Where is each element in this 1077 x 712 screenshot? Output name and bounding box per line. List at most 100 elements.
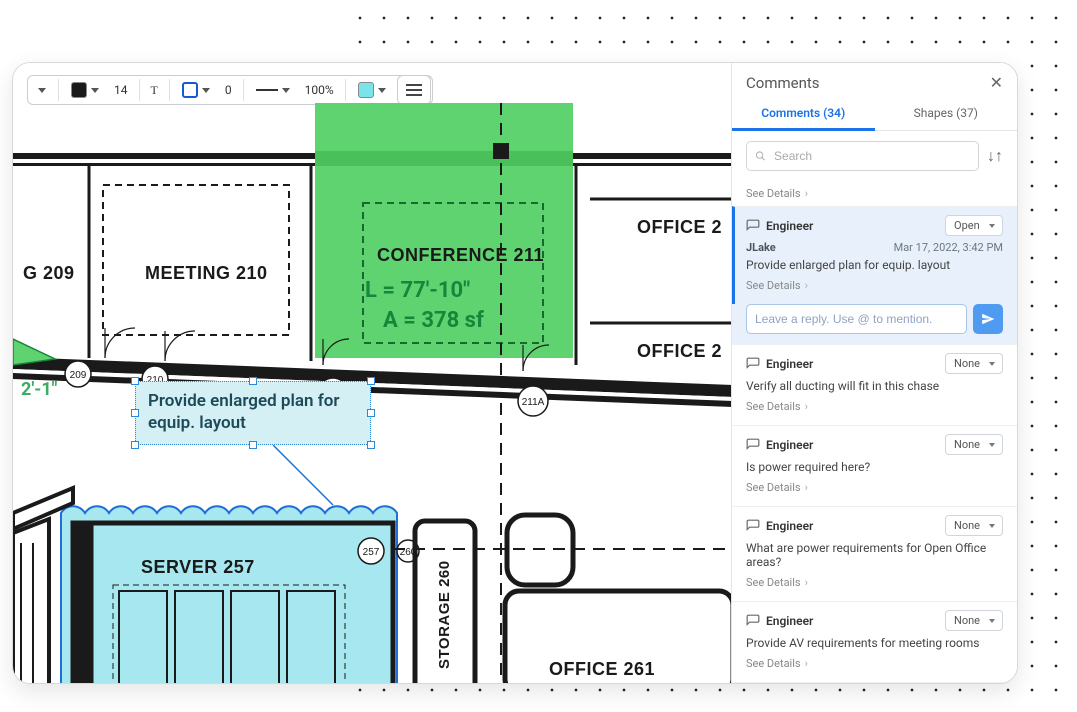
text-color-dropdown[interactable] (67, 80, 103, 100)
search-input[interactable] (772, 148, 970, 164)
see-details-top[interactable]: See Details (732, 181, 1017, 206)
thread-body: What are power requirements for Open Off… (746, 541, 1003, 569)
thread-body: Is power required here? (746, 460, 1003, 474)
tab-shapes[interactable]: Shapes (37) (875, 98, 1018, 130)
toolbar-separator (58, 79, 59, 101)
resize-handle[interactable] (131, 441, 139, 449)
search-icon (755, 150, 766, 162)
toolbar-separator (139, 79, 140, 101)
comment-thread[interactable]: Engineer None Provide AV requirements for … (732, 601, 1017, 682)
svg-text:211A: 211A (522, 397, 545, 408)
toolbar-separator (169, 79, 170, 101)
comment-thread[interactable]: Engineer Open JLake Mar 17, 2022, 3:42 PM Pr… (732, 206, 1017, 304)
font-size-value[interactable]: 14 (111, 83, 131, 97)
app-window: 14 T 0 100% 40% (12, 62, 1018, 684)
comment-icon (746, 519, 760, 533)
thread-role-label: Engineer (766, 519, 813, 533)
thread-role-label: Engineer (766, 614, 813, 628)
see-details-link[interactable]: See Details (746, 574, 1003, 591)
reply-input[interactable] (746, 304, 967, 334)
svg-text:OFFICE 261: OFFICE 261 (549, 659, 655, 679)
svg-text:209: 209 (70, 370, 87, 381)
see-details-link[interactable]: See Details (746, 655, 1003, 672)
send-icon (981, 312, 995, 326)
send-reply-button[interactable] (973, 304, 1003, 334)
close-panel-button[interactable]: ✕ (990, 73, 1003, 92)
svg-text:2'-1": 2'-1" (21, 379, 58, 400)
status-dropdown[interactable]: Open (945, 215, 1003, 236)
comment-thread[interactable]: Engineer None Is power required here? See D… (732, 425, 1017, 506)
floor-plan[interactable]: 209 210 211B 211A G 209 (13, 103, 733, 684)
see-details-link[interactable]: See Details (746, 277, 1003, 294)
thread-role: Engineer (746, 519, 813, 533)
thread-author: JLake (746, 241, 776, 254)
thread-role-label: Engineer (766, 219, 813, 233)
stroke-width-value[interactable]: 0 (222, 83, 235, 97)
thread-body: Provide enlarged plan for equip. layout (746, 258, 1003, 272)
callout-text: Provide enlarged plan for equip. layout (148, 391, 340, 433)
thread-body: Provide AV requirements for meeting room… (746, 636, 1003, 650)
svg-text:STORAGE 260: STORAGE 260 (436, 560, 453, 669)
thread-role: Engineer (746, 438, 813, 452)
thread-role: Engineer (746, 614, 813, 628)
see-details-link[interactable]: See Details (746, 479, 1003, 496)
resize-handle[interactable] (131, 377, 139, 385)
svg-text:OFFICE 2: OFFICE 2 (637, 217, 722, 237)
svg-text:L = 77'-10": L = 77'-10" (365, 278, 470, 303)
comments-panel: Comments ✕ Comments (34) Shapes (37) ↓↑ … (731, 63, 1017, 684)
thread-role-label: Engineer (766, 357, 813, 371)
fill-swatch (358, 82, 374, 98)
line-style-dropdown[interactable] (252, 86, 294, 95)
resize-handle[interactable] (249, 377, 257, 385)
status-dropdown[interactable]: None (945, 610, 1003, 631)
thread-body: Verify all ducting will fit in this chas… (746, 379, 1003, 393)
see-details-link[interactable]: See Details (746, 398, 1003, 415)
search-box[interactable] (746, 141, 979, 171)
comment-icon (746, 219, 760, 233)
resize-handle[interactable] (131, 409, 139, 417)
comment-thread[interactable]: Engineer None What are power requirements … (732, 506, 1017, 601)
comment-icon (746, 614, 760, 628)
thread-role: Engineer (746, 357, 813, 371)
status-dropdown[interactable]: None (945, 353, 1003, 374)
comment-thread[interactable]: EngineerNoneRFI #14See Details (732, 682, 1017, 684)
svg-text:A = 378 sf: A = 378 sf (383, 308, 484, 333)
line-style-icon (256, 89, 278, 91)
font-dropdown[interactable] (34, 86, 50, 95)
scale-value[interactable]: 100% (302, 83, 337, 97)
thread-timestamp: Mar 17, 2022, 3:42 PM (894, 241, 1003, 254)
thread-list: Engineer Open JLake Mar 17, 2022, 3:42 PM Pr… (732, 206, 1017, 684)
stroke-swatch (182, 82, 198, 98)
sort-button[interactable]: ↓↑ (987, 146, 1003, 166)
comment-icon (746, 357, 760, 371)
status-dropdown[interactable]: None (945, 434, 1003, 455)
toolbar-separator (243, 79, 244, 101)
panel-tabs: Comments (34) Shapes (37) (732, 98, 1017, 131)
drawing-canvas[interactable]: 14 T 0 100% 40% (13, 63, 733, 684)
canvas-menu-button[interactable] (397, 75, 431, 105)
comment-icon (746, 438, 760, 452)
tab-comments[interactable]: Comments (34) (732, 98, 875, 131)
panel-title: Comments (746, 74, 820, 92)
resize-handle[interactable] (367, 377, 375, 385)
resize-handle[interactable] (367, 441, 375, 449)
svg-text:SERVER 257: SERVER 257 (141, 557, 255, 577)
resize-handle[interactable] (249, 441, 257, 449)
thread-role-label: Engineer (766, 438, 813, 452)
svg-text:257: 257 (363, 547, 380, 558)
annotation-callout[interactable]: Provide enlarged plan for equip. layout (135, 381, 371, 445)
status-dropdown[interactable]: None (945, 515, 1003, 536)
comment-thread[interactable]: Engineer None Verify all ducting will fit … (732, 344, 1017, 425)
svg-text:G 209: G 209 (23, 263, 75, 283)
svg-text:MEETING 210: MEETING 210 (145, 263, 268, 283)
stroke-color-dropdown[interactable] (178, 80, 214, 100)
toolbar-separator (345, 79, 346, 101)
svg-text:CONFERENCE 211: CONFERENCE 211 (377, 245, 544, 265)
svg-text:OFFICE 2: OFFICE 2 (637, 341, 722, 361)
resize-handle[interactable] (367, 409, 375, 417)
thread-role: Engineer (746, 219, 813, 233)
markup-toolbar: 14 T 0 100% 40% (27, 75, 433, 105)
reply-row (732, 304, 1017, 344)
fill-color-dropdown[interactable] (354, 80, 390, 100)
text-tool-button[interactable]: T (148, 83, 161, 98)
